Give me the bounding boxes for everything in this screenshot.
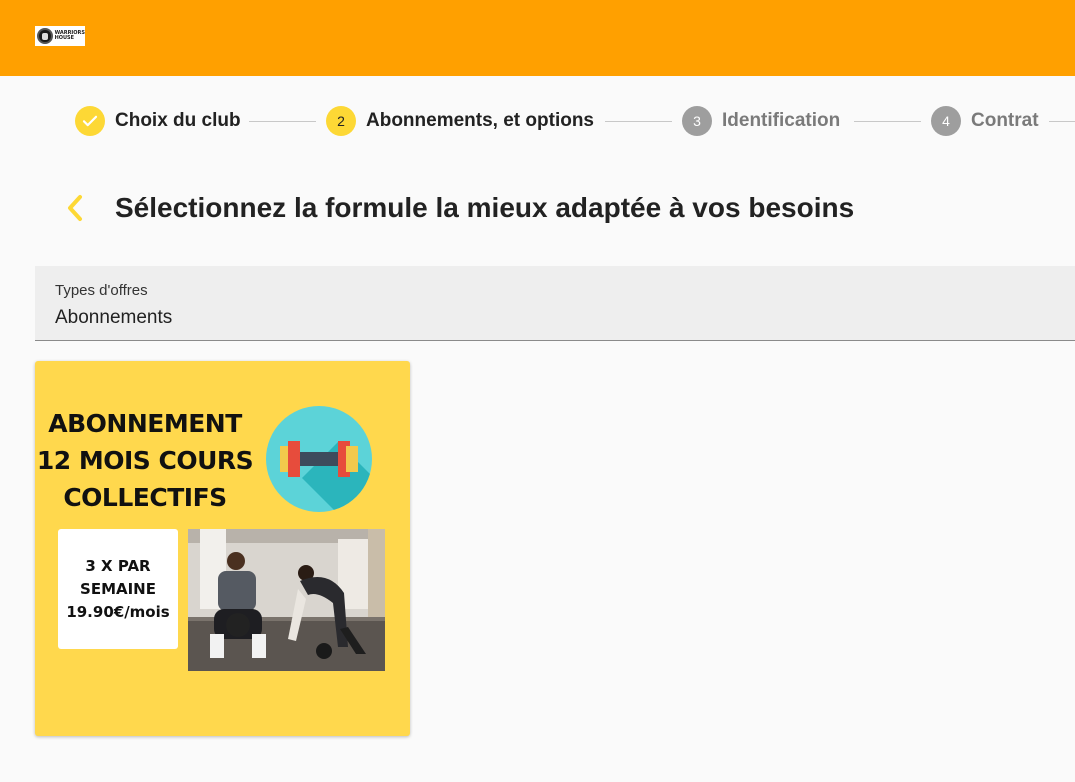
step-connector xyxy=(854,121,921,122)
step-choix-du-club[interactable]: Choix du club xyxy=(75,104,241,138)
fitness-photo xyxy=(188,529,385,671)
select-value: Abonnements xyxy=(55,307,173,328)
chevron-left-icon xyxy=(68,195,82,221)
offer-title: ABONNEMENT 12 MOIS COURS COLLECTIFS xyxy=(36,409,254,512)
back-button[interactable] xyxy=(60,188,90,228)
step-number-badge: 4 xyxy=(931,106,961,136)
checkout-stepper: Choix du club 2 Abonnements, et options … xyxy=(0,104,1075,138)
step-connector xyxy=(249,121,316,122)
step-label: Identification xyxy=(722,110,841,131)
top-header: WARRIORS HOUSE xyxy=(0,0,1075,76)
page-header: Sélectionnez la formule la mieux adaptée… xyxy=(60,186,854,230)
select-label: Types d'offres xyxy=(55,282,148,299)
page-title: Sélectionnez la formule la mieux adaptée… xyxy=(115,192,855,223)
step-connector xyxy=(605,121,672,122)
step-label: Abonnements, et options xyxy=(366,110,594,131)
step-label: Contrat xyxy=(971,110,1039,131)
step-abonnements[interactable]: 2 Abonnements, et options xyxy=(326,104,594,138)
offer-type-select[interactable]: Types d'offres Abonnements xyxy=(35,266,1075,341)
step-identification[interactable]: 3 Identification xyxy=(682,104,840,138)
price-box: 3 X PAR SEMAINE 19.90€/mois xyxy=(58,529,178,649)
offer-card[interactable]: ABONNEMENT 12 MOIS COURS COLLECTIFS 3 X … xyxy=(35,361,410,736)
step-label: Choix du club xyxy=(115,110,241,131)
step-connector xyxy=(1049,121,1075,122)
brand-logo[interactable]: WARRIORS HOUSE xyxy=(35,26,85,46)
step-number-badge: 3 xyxy=(682,106,712,136)
check-icon xyxy=(75,106,105,136)
step-number-badge: 2 xyxy=(326,106,356,136)
step-contrat[interactable]: 4 Contrat xyxy=(931,104,1039,138)
dumbbell-icon xyxy=(266,406,372,512)
lion-logo-icon xyxy=(37,28,53,44)
logo-text: WARRIORS HOUSE xyxy=(54,30,85,41)
